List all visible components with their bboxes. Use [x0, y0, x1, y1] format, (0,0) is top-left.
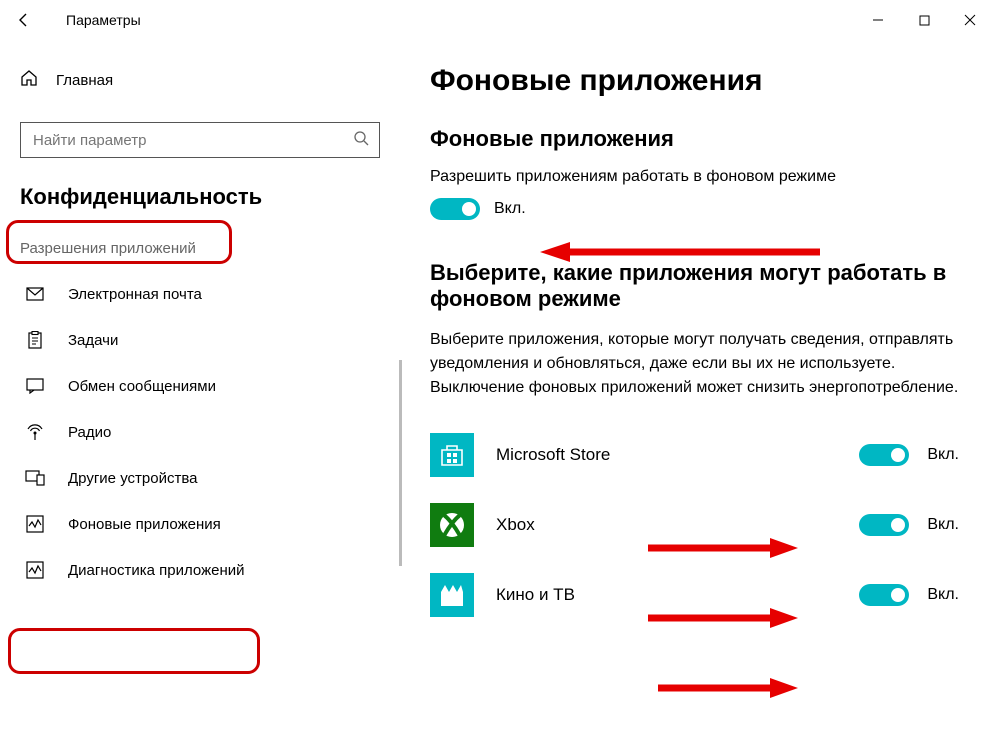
movies-tv-icon — [430, 573, 474, 617]
master-toggle-state: Вкл. — [494, 200, 526, 218]
sidebar-item-email[interactable]: Электронная почта — [20, 271, 380, 317]
sidebar-item-app-diagnostics[interactable]: Диагностика приложений — [20, 547, 380, 593]
section-description: Выберите приложения, которые могут получ… — [430, 328, 959, 400]
sidebar-item-tasks[interactable]: Задачи — [20, 317, 380, 363]
minimize-button[interactable] — [855, 4, 901, 36]
mail-icon — [24, 287, 46, 301]
annotation-arrow — [540, 240, 820, 254]
background-apps-icon — [24, 515, 46, 533]
sidebar-item-label: Обмен сообщениями — [68, 378, 216, 395]
app-name: Xbox — [496, 515, 535, 535]
annotation-arrow — [658, 677, 798, 691]
devices-icon — [24, 470, 46, 486]
sidebar-item-label: Электронная почта — [68, 286, 202, 303]
app-toggle-state: Вкл. — [927, 586, 959, 604]
diagnostics-icon — [24, 561, 46, 579]
app-toggle[interactable] — [859, 584, 909, 606]
app-toggle[interactable] — [859, 514, 909, 536]
sidebar-item-radio[interactable]: Радио — [20, 409, 380, 455]
master-toggle[interactable] — [430, 198, 480, 220]
search-icon — [353, 130, 369, 151]
permission-label: Разрешить приложениям работать в фоновом… — [430, 168, 959, 186]
home-label: Главная — [56, 72, 113, 89]
sidebar-item-background-apps[interactable]: Фоновые приложения — [20, 501, 380, 547]
highlight-box — [8, 628, 260, 674]
close-button[interactable] — [947, 4, 993, 36]
xbox-icon — [430, 503, 474, 547]
sidebar-item-label: Фоновые приложения — [68, 516, 221, 533]
app-name: Microsoft Store — [496, 445, 610, 465]
category-title: Конфиденциальность — [20, 184, 380, 210]
app-toggle[interactable] — [859, 444, 909, 466]
microsoft-store-icon — [430, 433, 474, 477]
window-title: Параметры — [66, 12, 141, 28]
app-row-movies-tv: Кино и ТВ Вкл. — [430, 566, 959, 624]
section-heading: Фоновые приложения — [430, 126, 959, 152]
app-row-xbox: Xbox Вкл. — [430, 496, 959, 554]
app-row-microsoft-store: Microsoft Store Вкл. — [430, 426, 959, 484]
app-toggle-state: Вкл. — [927, 446, 959, 464]
sidebar-item-label: Диагностика приложений — [68, 562, 244, 579]
sidebar-item-other-devices[interactable]: Другие устройства — [20, 455, 380, 501]
sidebar-item-label: Другие устройства — [68, 470, 197, 487]
home-icon — [20, 69, 38, 92]
section-label: Разрешения приложений — [20, 240, 380, 257]
sidebar-item-messaging[interactable]: Обмен сообщениями — [20, 363, 380, 409]
app-toggle-state: Вкл. — [927, 516, 959, 534]
sidebar-item-label: Задачи — [68, 332, 118, 349]
search-input[interactable] — [20, 122, 380, 158]
sidebar-item-label: Радио — [68, 424, 111, 441]
messaging-icon — [24, 378, 46, 394]
search-field[interactable] — [31, 131, 331, 150]
maximize-button[interactable] — [901, 4, 947, 36]
back-button[interactable] — [10, 6, 38, 34]
page-title: Фоновые приложения — [430, 64, 959, 98]
home-link[interactable]: Главная — [20, 60, 380, 100]
radio-icon — [24, 423, 46, 441]
section-heading: Выберите, какие приложения могут работат… — [430, 260, 959, 312]
tasks-icon — [24, 331, 46, 349]
app-name: Кино и ТВ — [496, 585, 575, 605]
